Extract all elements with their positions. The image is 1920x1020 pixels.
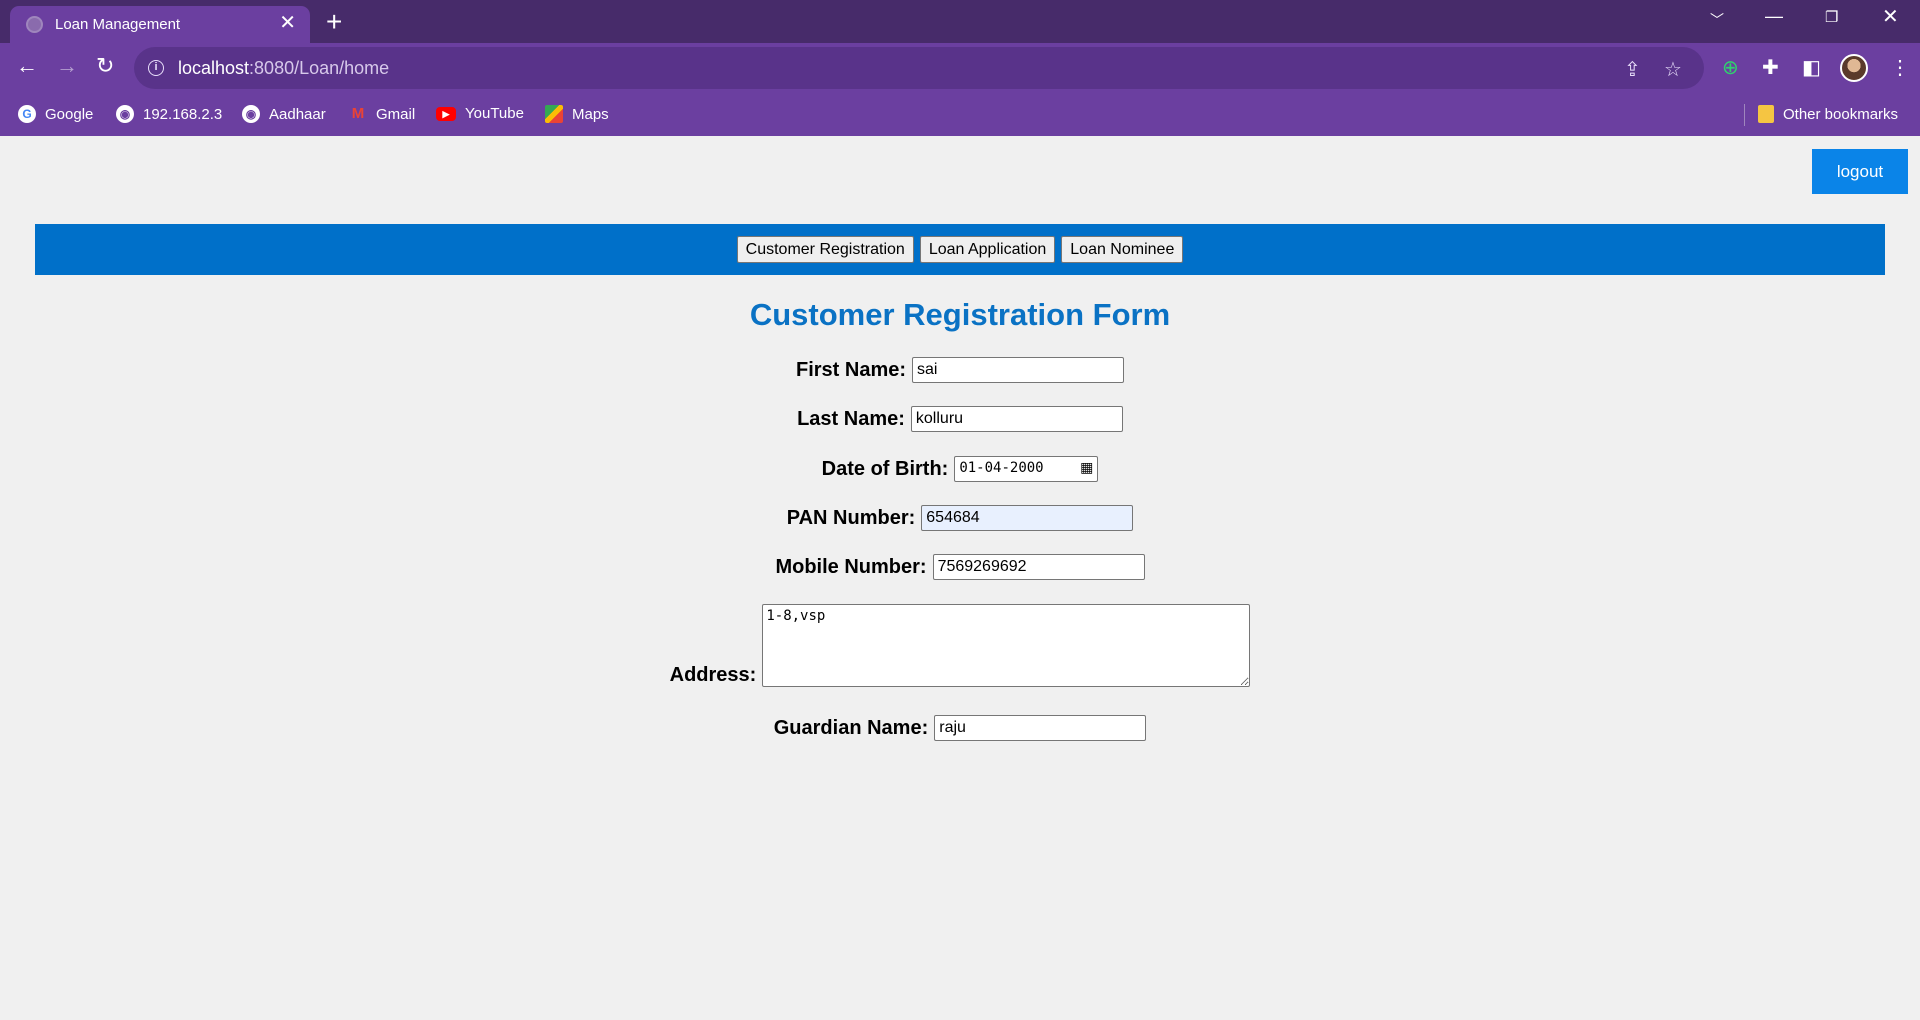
- mobile-field[interactable]: [932, 554, 1145, 580]
- address-field[interactable]: 1-8,vsp: [762, 604, 1251, 687]
- url-text: localhost:8080/Loan/home: [178, 58, 389, 79]
- forward-icon[interactable]: →: [56, 54, 78, 78]
- pan-field[interactable]: [921, 505, 1134, 531]
- bookmark-other[interactable]: Other bookmarks: [1758, 105, 1898, 123]
- calendar-icon[interactable]: ▦: [1080, 460, 1093, 476]
- first-name-field[interactable]: [912, 357, 1125, 383]
- gmail-icon: M: [351, 105, 365, 122]
- maps-icon: [545, 105, 563, 123]
- bookmark-youtube[interactable]: ▶ YouTube: [436, 105, 524, 122]
- tab-strip: Loan Management ✕ + ﹀ — ❐ ✕: [0, 0, 1920, 43]
- guardian-row: Guardian Name:: [0, 715, 1920, 741]
- page-content: logout Customer Registration Loan Applic…: [0, 136, 1920, 1020]
- last-name-row: Last Name:: [0, 406, 1920, 432]
- customer-registration-button[interactable]: Customer Registration: [736, 236, 914, 263]
- pan-label: PAN Number:: [786, 506, 916, 529]
- mobile-row: Mobile Number:: [0, 554, 1920, 580]
- bookmark-aadhaar[interactable]: ◉ Aadhaar: [242, 105, 326, 123]
- browser-toolbar: ← → ↻ i localhost:8080/Loan/home ⇪ ☆ ⊕ ✚…: [0, 43, 1920, 94]
- bookmark-label: YouTube: [465, 105, 524, 122]
- guardian-field[interactable]: [934, 715, 1147, 741]
- bookmark-label: Google: [45, 105, 94, 123]
- profile-avatar[interactable]: [1840, 54, 1868, 82]
- bookmark-maps[interactable]: Maps: [545, 105, 609, 123]
- close-window-icon[interactable]: ✕: [1882, 4, 1899, 29]
- globe-icon: ◉: [242, 105, 260, 123]
- first-name-row: First Name:: [0, 357, 1920, 383]
- bookmark-label: Aadhaar: [269, 105, 326, 123]
- url-host: localhost: [178, 58, 250, 78]
- bookmark-label: Gmail: [376, 105, 416, 123]
- address-row: Address: 1-8,vsp: [0, 604, 1920, 687]
- side-panel-icon[interactable]: ◧: [1802, 55, 1821, 80]
- extension-add-icon[interactable]: ⊕: [1722, 55, 1739, 80]
- bookmark-star-icon[interactable]: ☆: [1664, 57, 1682, 82]
- share-icon[interactable]: ⇪: [1624, 57, 1641, 82]
- bookmark-gmail[interactable]: M Gmail: [349, 105, 415, 123]
- url-path: :8080/Loan/home: [249, 58, 390, 78]
- address-bar[interactable]: i localhost:8080/Loan/home ⇪ ☆: [134, 47, 1704, 89]
- reload-icon[interactable]: ↻: [96, 54, 114, 78]
- address-label: Address:: [669, 664, 757, 686]
- globe-icon: ◉: [116, 105, 134, 123]
- last-name-field[interactable]: [910, 406, 1123, 432]
- bookmark-label: 192.168.2.3: [143, 105, 223, 123]
- last-name-label: Last Name:: [797, 407, 905, 430]
- navigation-bar: Customer Registration Loan Application L…: [35, 224, 1885, 275]
- dob-label: Date of Birth:: [821, 457, 949, 480]
- bookmarks-divider: [1744, 104, 1745, 126]
- browser-tab[interactable]: Loan Management ✕: [10, 6, 310, 43]
- loan-application-button[interactable]: Loan Application: [919, 236, 1056, 263]
- dob-field[interactable]: 01-04-2000 ▦: [954, 456, 1099, 482]
- menu-kebab-icon[interactable]: ⋮: [1890, 55, 1910, 80]
- tab-title: Loan Management: [55, 16, 181, 33]
- bookmark-label: Maps: [572, 105, 609, 123]
- first-name-label: First Name:: [795, 358, 907, 381]
- loan-nominee-button[interactable]: Loan Nominee: [1061, 236, 1184, 263]
- mobile-label: Mobile Number:: [775, 555, 927, 578]
- pan-row: PAN Number:: [0, 505, 1920, 531]
- minimize-icon[interactable]: —: [1765, 6, 1783, 27]
- form-title: Customer Registration Form: [749, 297, 1171, 332]
- folder-icon: [1758, 105, 1774, 123]
- bookmark-google[interactable]: G Google: [18, 105, 93, 123]
- bookmarks-bar: G Google ◉ 192.168.2.3 ◉ Aadhaar M Gmail…: [0, 94, 1920, 136]
- guardian-label: Guardian Name:: [773, 716, 929, 739]
- google-icon: G: [18, 105, 36, 123]
- youtube-icon: ▶: [436, 106, 456, 121]
- bookmark-ip[interactable]: ◉ 192.168.2.3: [116, 105, 222, 123]
- dob-value: 01-04-2000: [959, 460, 1044, 476]
- new-tab-icon[interactable]: +: [326, 6, 342, 38]
- logout-button[interactable]: logout: [1812, 149, 1908, 194]
- page-favicon-icon: [26, 16, 43, 33]
- back-icon[interactable]: ←: [16, 54, 38, 78]
- site-info-icon[interactable]: i: [148, 60, 164, 76]
- restore-icon[interactable]: ❐: [1825, 8, 1838, 26]
- dob-row: Date of Birth: 01-04-2000 ▦: [0, 456, 1920, 482]
- extensions-puzzle-icon[interactable]: ✚: [1762, 55, 1779, 80]
- tab-search-icon[interactable]: ﹀: [1710, 10, 1724, 30]
- bookmark-label: Other bookmarks: [1783, 105, 1899, 123]
- tab-close-icon[interactable]: ✕: [279, 13, 296, 33]
